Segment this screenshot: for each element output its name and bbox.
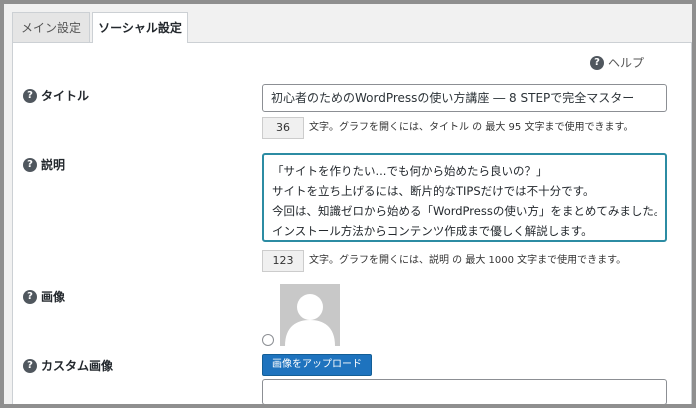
- upload-image-button[interactable]: 画像をアップロード: [262, 354, 372, 376]
- description-line: インストール方法からコンテンツ作成まで優しく解説します。: [272, 224, 593, 238]
- title-label: タイトル: [41, 89, 90, 103]
- tab-main-settings[interactable]: メイン設定: [12, 12, 90, 42]
- image-radio-button[interactable]: [262, 334, 274, 346]
- description-line: 「サイトを作りたい...でも何から始めたら良いの？」: [272, 164, 548, 178]
- help-icon[interactable]: ?: [23, 157, 37, 172]
- help-icon[interactable]: ?: [23, 88, 37, 103]
- description-count-note: 文字。グラフを開くには、説明 の 最大 1000 文字まで使用できます。: [309, 255, 627, 266]
- title-count-note: 文字。グラフを開くには、タイトル の 最大 95 文字まで使用できます。: [309, 122, 634, 133]
- help-icon[interactable]: ?: [23, 358, 37, 373]
- tab-social-settings[interactable]: ソーシャル設定: [92, 12, 188, 43]
- description-line: 今回は、知識ゼロから始める「WordPressの使い方」をまとめてみました。: [272, 204, 657, 218]
- help-link[interactable]: ? ヘルプ: [590, 54, 644, 71]
- settings-panel: ? ヘルプ ? タイトル 初心者のためのWordPressの使い方講座 ― 8 …: [12, 42, 692, 404]
- description-line: サイトを立ち上げるには、断片的なTIPSだけでは不十分です。: [272, 184, 595, 198]
- title-char-count: 36: [262, 117, 304, 139]
- title-row-label: ? タイトル: [23, 87, 89, 104]
- custom-image-label: カスタム画像: [41, 359, 114, 373]
- avatar-silhouette-icon: [280, 284, 340, 346]
- help-label: ヘルプ: [608, 56, 645, 70]
- custom-image-url-input[interactable]: [262, 379, 667, 404]
- description-label: 説明: [41, 158, 66, 172]
- description-row-label: ? 説明: [23, 156, 65, 173]
- description-textarea[interactable]: 「サイトを作りたい...でも何から始めたら良いの？」 サイトを立ち上げるには、断…: [262, 153, 667, 242]
- help-icon: ?: [590, 55, 604, 70]
- custom-image-row-label: ? カスタム画像: [23, 357, 113, 374]
- title-input-value: 初心者のためのWordPressの使い方講座 ― 8 STEPで完全マスター: [271, 91, 635, 105]
- title-input[interactable]: 初心者のためのWordPressの使い方講座 ― 8 STEPで完全マスター: [262, 84, 667, 112]
- tab-bar: メイン設定 ソーシャル設定: [4, 4, 692, 43]
- description-char-count: 123: [262, 250, 304, 272]
- help-icon[interactable]: ?: [23, 289, 37, 304]
- default-avatar-image[interactable]: [280, 284, 340, 346]
- settings-window: メイン設定 ソーシャル設定 ? ヘルプ ? タイトル 初心者のためのWordPr…: [4, 4, 692, 404]
- image-label: 画像: [41, 290, 66, 304]
- image-row-label: ? 画像: [23, 288, 65, 305]
